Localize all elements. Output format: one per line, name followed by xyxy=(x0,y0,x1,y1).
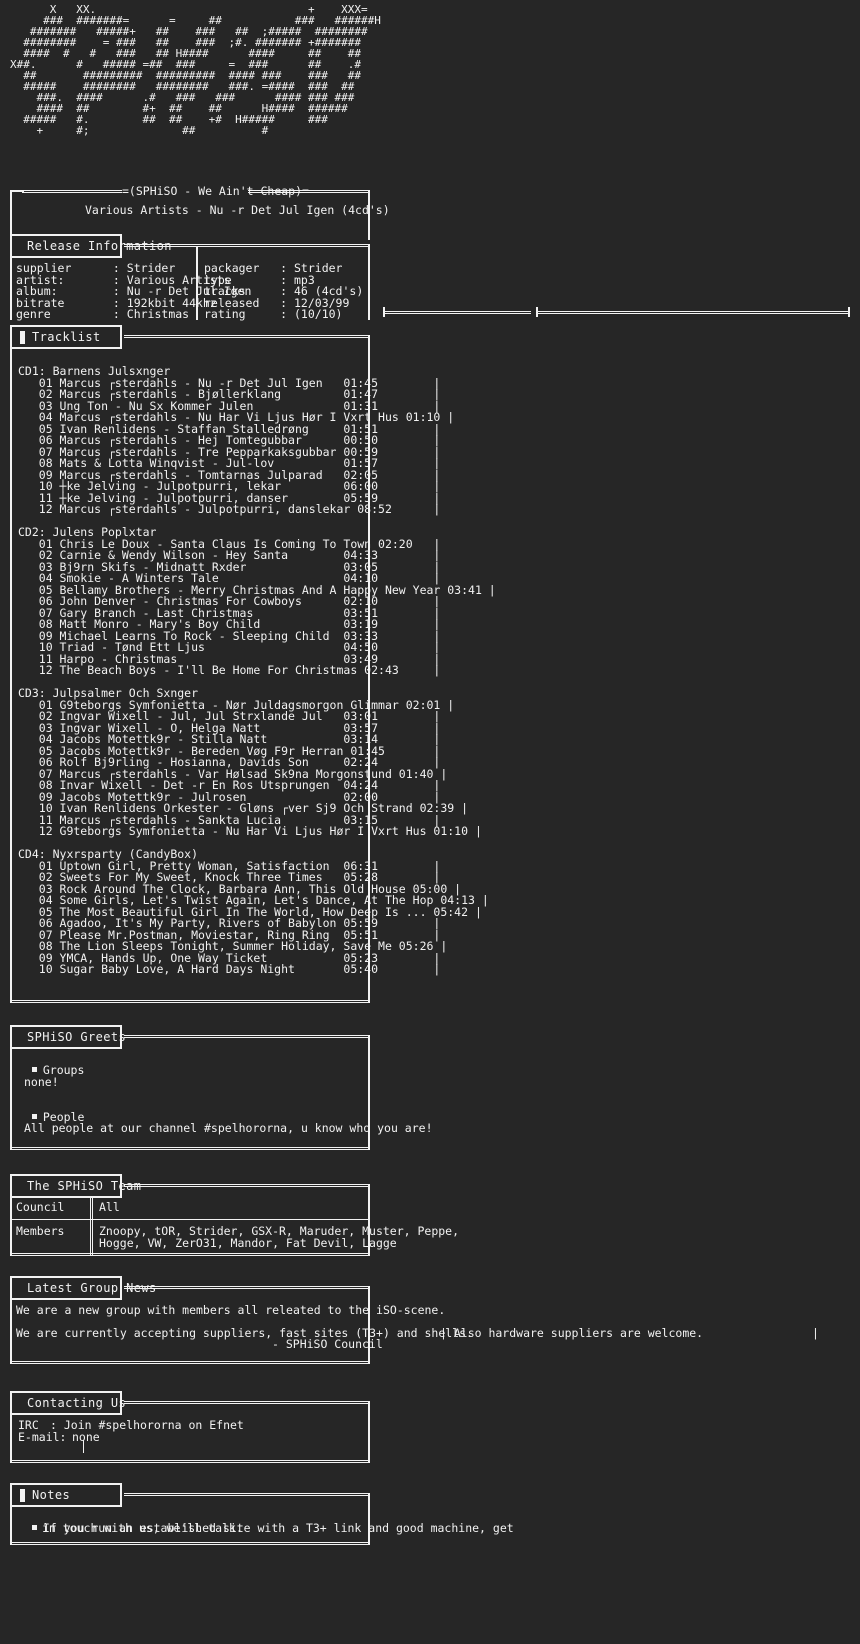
decor-tick-right-b xyxy=(536,307,538,317)
greets-tab: SPHiSO Greets xyxy=(10,1025,126,1049)
release-info-right-vert xyxy=(368,244,370,320)
news-tab: Latest Group News xyxy=(10,1276,156,1300)
news-tab-label: Latest Group News xyxy=(27,1281,157,1295)
group-tag: =(SPHiSO - We Ain't Cheap)= xyxy=(122,184,309,198)
team-tab-label: The SPHiSO Team xyxy=(27,1179,142,1193)
greets-groups-value: none! xyxy=(24,1075,59,1089)
bullet-icon xyxy=(31,1066,37,1072)
group-ascii-logo: X XX. + XXX= ### #######= = ## ### #####… xyxy=(10,4,381,136)
team-tab: The SPHiSO Team xyxy=(10,1174,141,1198)
team-row-value-council: All xyxy=(99,1200,120,1214)
team-tab-right-rule xyxy=(124,1184,370,1187)
decor-tick-right-c xyxy=(848,307,850,317)
contact-frame-right xyxy=(368,1401,370,1463)
ascii-art: X XX. + XXX= ### #######= = ## ### #####… xyxy=(10,3,381,137)
greets-groups-row: Groups xyxy=(18,1053,84,1076)
greets-frame-bottom xyxy=(10,1147,370,1150)
release-info-right-column: packager : Strider type : mp3 tracks : 4… xyxy=(204,261,364,321)
notes-tab: Notes xyxy=(10,1483,122,1507)
tracklist-tab: Tracklist xyxy=(10,325,122,349)
team-column-divider xyxy=(90,1196,93,1256)
greets-tab-right-rule xyxy=(124,1035,370,1038)
release-title: Various Artists - Nu -r Det Jul Igen (4c… xyxy=(85,203,390,217)
side-note-trailing: | xyxy=(812,1326,819,1340)
team-frame-bottom xyxy=(10,1253,370,1256)
bullet-icon xyxy=(31,1113,37,1119)
news-line-2: We are currently accepting suppliers, fa… xyxy=(16,1326,473,1340)
release-information-tab-label: Release Information xyxy=(27,239,172,253)
bullet-icon xyxy=(31,1524,37,1530)
news-frame-left xyxy=(10,1298,12,1364)
team-row-role-council: Council xyxy=(16,1200,65,1214)
news-line-1: We are a new group with members all rele… xyxy=(16,1303,446,1317)
notes-frame-left xyxy=(10,1505,12,1545)
contact-frame-bottom xyxy=(10,1460,370,1463)
news-signature: - SPHiSO Council xyxy=(272,1337,383,1351)
news-frame-right xyxy=(368,1286,370,1364)
contact-tab-label: Contacting Us xyxy=(27,1396,127,1410)
header-frame-top-left-rule xyxy=(22,190,122,193)
team-row-role-members: Members xyxy=(16,1224,65,1238)
decor-rule-right-a xyxy=(383,311,531,314)
greets-tab-label: SPHiSO Greets xyxy=(27,1030,127,1044)
release-information-tab: Release Information xyxy=(10,234,171,258)
notes-tab-right-rule xyxy=(124,1493,370,1496)
news-frame-bottom xyxy=(10,1361,370,1364)
decor-rule-right-b xyxy=(538,311,850,314)
news-tab-right-rule xyxy=(124,1286,370,1289)
notes-line-2: in touch with us, we'll talk. xyxy=(42,1521,243,1535)
team-frame-left xyxy=(10,1196,12,1256)
greets-people-row: People xyxy=(18,1100,84,1123)
contact-email-value: none xyxy=(72,1430,100,1444)
team-row-divider xyxy=(10,1219,370,1220)
contact-caret xyxy=(83,1440,84,1453)
team-row-value-members: Znoopy, tOR, Strider, GSX-R, Maruder, Mu… xyxy=(99,1224,460,1250)
tracklist-tab-label: Tracklist xyxy=(32,330,101,344)
tracklist-tab-right-rule xyxy=(124,335,370,338)
tab-marker-icon xyxy=(20,330,25,344)
release-info-left-vert xyxy=(10,255,12,320)
greets-people-value: All people at our channel #spelhororna, … xyxy=(24,1121,433,1135)
decor-tick-right-a xyxy=(383,307,385,317)
contact-tab: Contacting Us xyxy=(10,1391,126,1415)
tab-marker-icon xyxy=(20,1488,25,1502)
tracklist-frame-bottom xyxy=(10,1000,370,1003)
notes-tab-label: Notes xyxy=(32,1488,71,1502)
tracklist-content: CD1: Barnens Julsxnger 01 Marcus ┌sterda… xyxy=(18,364,496,976)
side-note: | Also hardware suppliers are welcome. xyxy=(440,1326,704,1340)
contact-tab-right-rule xyxy=(124,1401,370,1404)
tracklist-frame-left xyxy=(10,347,12,1003)
notes-frame-bottom xyxy=(10,1542,370,1545)
contact-frame-left xyxy=(10,1413,12,1463)
contact-email-label: E-mail: xyxy=(18,1430,67,1444)
greets-frame-left xyxy=(10,1047,12,1150)
